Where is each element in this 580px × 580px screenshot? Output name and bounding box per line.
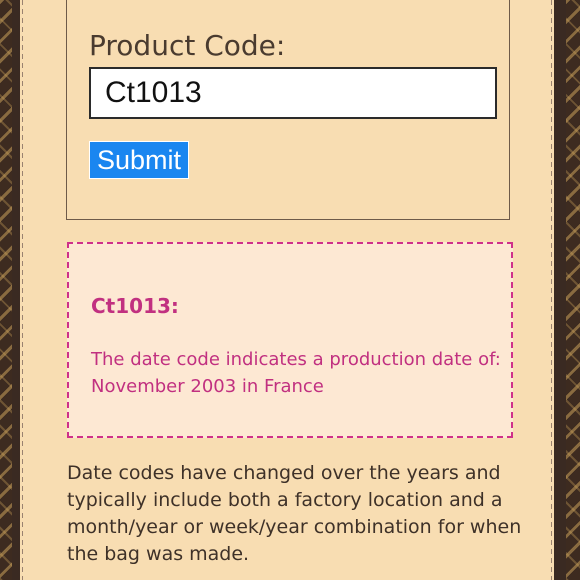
product-code-input[interactable]: [89, 67, 497, 119]
result-box: Ct1013: The date code indicates a produc…: [67, 242, 513, 438]
right-monogram-border: [566, 0, 580, 580]
date-code-form: Product Code: Submit: [66, 0, 510, 220]
submit-button[interactable]: Submit: [89, 141, 190, 179]
content-panel: Product Code: Submit Ct1013: The date co…: [20, 0, 554, 580]
product-code-label: Product Code:: [89, 29, 286, 62]
date-code-info-text: Date codes have changed over the years a…: [67, 462, 522, 565]
result-message: The date code indicates a production dat…: [91, 349, 501, 397]
result-code-heading: Ct1013:: [91, 294, 179, 318]
left-monogram-border: [0, 0, 12, 580]
